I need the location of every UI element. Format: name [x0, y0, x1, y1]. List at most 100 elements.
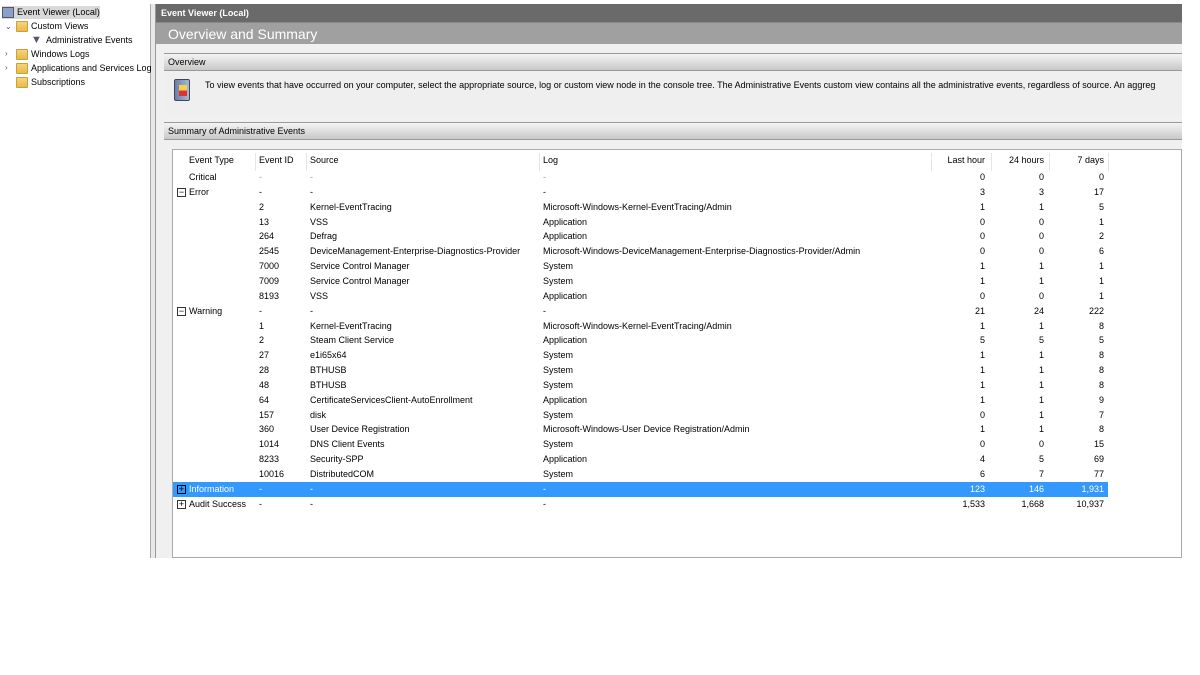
table-row[interactable]: 264 Defrag Application 0 0 2	[173, 229, 1108, 244]
cell: Critical	[189, 172, 217, 182]
cell: 0	[1038, 439, 1044, 450]
cell: 6	[1098, 246, 1104, 257]
cell: System	[543, 379, 574, 390]
cell: 8	[1098, 424, 1104, 435]
cell: Security-SPP	[310, 454, 364, 465]
tree-item-administrative-events[interactable]: ▼ Administrative Events	[31, 34, 133, 47]
cell: -	[259, 498, 262, 509]
overview-section-header[interactable]: Overview	[164, 53, 1182, 71]
cell: 1	[1038, 201, 1044, 212]
cell: VSS	[310, 290, 329, 301]
summary-section-header[interactable]: Summary of Administrative Events	[164, 122, 1182, 140]
table-row[interactable]: 27 e1i65x64 System 1 1 8	[173, 348, 1108, 363]
column-divider[interactable]	[539, 153, 540, 171]
cell: 5	[1098, 335, 1104, 346]
cell: User Device Registration	[310, 424, 410, 435]
cell: 5	[1098, 201, 1104, 212]
column-divider[interactable]	[991, 153, 992, 171]
column-header[interactable]: 7 days	[1077, 153, 1104, 168]
overview-text: To view events that have occurred on you…	[205, 80, 1156, 90]
cell: 1	[1038, 350, 1044, 361]
table-row[interactable]: 2 Steam Client Service Application 5 5 5	[173, 333, 1108, 348]
tree-item-custom-views[interactable]: Custom Views	[16, 20, 88, 33]
cell: -	[543, 498, 546, 509]
column-header[interactable]: Last hour	[947, 153, 985, 168]
column-divider[interactable]	[931, 153, 932, 171]
table-row[interactable]: Critical - - - 0 0 0	[173, 170, 1108, 185]
subscriptions-icon	[16, 77, 28, 88]
cell: 5	[1038, 454, 1044, 465]
folder-icon	[16, 21, 28, 32]
table-row[interactable]: 8233 Security-SPP Application 4 5 69	[173, 452, 1108, 467]
cell: 0	[979, 216, 985, 227]
table-row[interactable]: + Information - - - 123 146 1,931	[173, 481, 1108, 497]
table-row[interactable]: 157 disk System 0 1 7	[173, 408, 1108, 423]
expand-icon[interactable]: +	[177, 499, 186, 509]
column-divider[interactable]	[255, 153, 256, 171]
tree-item-event-viewer-local[interactable]: Event Viewer (Local)	[2, 6, 100, 19]
tree-item-applications-services-logs[interactable]: Applications and Services Log	[16, 62, 152, 75]
cell: DeviceManagement-Enterprise-Diagnostics-…	[310, 246, 521, 257]
table-row[interactable]: 10016 DistributedCOM System 6 7 77	[173, 467, 1108, 482]
table-row[interactable]: 2 Kernel-EventTracing Microsoft-Windows-Ke…	[173, 200, 1108, 215]
table-row[interactable]: − Warning - - - 21 24 222	[173, 304, 1108, 319]
tree-item-subscriptions[interactable]: Subscriptions	[16, 76, 85, 89]
table-row[interactable]: 360 User Device Registration Microsoft-Win…	[173, 422, 1108, 437]
cell: 123	[969, 483, 985, 494]
cell: 264	[259, 231, 275, 242]
cell: 1	[1038, 394, 1044, 405]
collapse-icon[interactable]: −	[177, 306, 186, 316]
collapse-icon[interactable]: −	[177, 187, 186, 197]
cell: 1	[1038, 365, 1044, 376]
cell: VSS	[310, 216, 329, 227]
column-divider[interactable]	[1049, 153, 1050, 171]
chevron-right-icon[interactable]: ›	[5, 49, 8, 58]
cell: System	[543, 409, 574, 420]
table-row[interactable]: 7000 Service Control Manager System 1 1 1	[173, 259, 1108, 274]
cell: 15	[1093, 439, 1104, 450]
cell: 7000	[259, 261, 280, 272]
cell: 1	[979, 201, 985, 212]
table-row[interactable]: 13 VSS Application 0 0 1	[173, 215, 1108, 230]
cell: Audit Success	[189, 498, 247, 509]
cell: 28	[259, 365, 270, 376]
cell: 64	[259, 394, 270, 405]
table-row[interactable]: 64 CertificateServicesClient-AutoEnrollme…	[173, 393, 1108, 408]
cell: System	[543, 261, 574, 272]
table-row[interactable]: + Audit Success - - - 1,533 1,668 10,937	[173, 497, 1108, 512]
cell: 0	[1038, 231, 1044, 242]
column-divider[interactable]	[306, 153, 307, 171]
expand-icon[interactable]: +	[177, 484, 186, 494]
table-row[interactable]: 1 Kernel-EventTracing Microsoft-Windows-Ke…	[173, 319, 1108, 334]
table-row[interactable]: 28 BTHUSB System 1 1 8	[173, 363, 1108, 378]
cell: 1	[979, 379, 985, 390]
column-header[interactable]: Source	[310, 153, 339, 168]
table-row[interactable]: 2545 DeviceManagement-Enterprise-Diagnost…	[173, 244, 1108, 259]
cell: 1	[1098, 216, 1104, 227]
column-divider[interactable]	[1108, 153, 1109, 171]
cell: 1	[1038, 261, 1044, 272]
cell: 3	[979, 186, 985, 197]
cell: Microsoft-Windows-Kernel-EventTracing/Ad…	[543, 201, 732, 212]
table-row[interactable]: 8193 VSS Application 0 0 1	[173, 289, 1108, 304]
cell: Defrag	[310, 231, 338, 242]
column-header[interactable]: Event Type	[189, 153, 234, 168]
cell: 7009	[259, 275, 280, 286]
table-row[interactable]: 1014 DNS Client Events System 0 0 15	[173, 437, 1108, 452]
column-header[interactable]: Event ID	[259, 153, 294, 168]
table-row[interactable]: − Error - - - 3 3 17	[173, 185, 1108, 200]
cell: 0	[979, 290, 985, 301]
tree-item-windows-logs[interactable]: Windows Logs	[16, 48, 90, 61]
cell: System	[543, 275, 574, 286]
column-header[interactable]: Log	[543, 153, 558, 168]
cell: Steam Client Service	[310, 335, 395, 346]
chevron-down-icon[interactable]: ⌄	[5, 22, 12, 31]
cell: 1	[259, 320, 265, 331]
table-row[interactable]: 7009 Service Control Manager System 1 1 1	[173, 274, 1108, 289]
table-row[interactable]: 48 BTHUSB System 1 1 8	[173, 378, 1108, 393]
chevron-right-icon[interactable]: ›	[5, 63, 8, 72]
column-header[interactable]: 24 hours	[1009, 153, 1044, 168]
cell: Microsoft-Windows-Kernel-EventTracing/Ad…	[543, 320, 732, 331]
summary-table: Event Type Event ID Source Log Last hour 24 h…	[172, 149, 1182, 558]
cell: 27	[259, 350, 270, 361]
